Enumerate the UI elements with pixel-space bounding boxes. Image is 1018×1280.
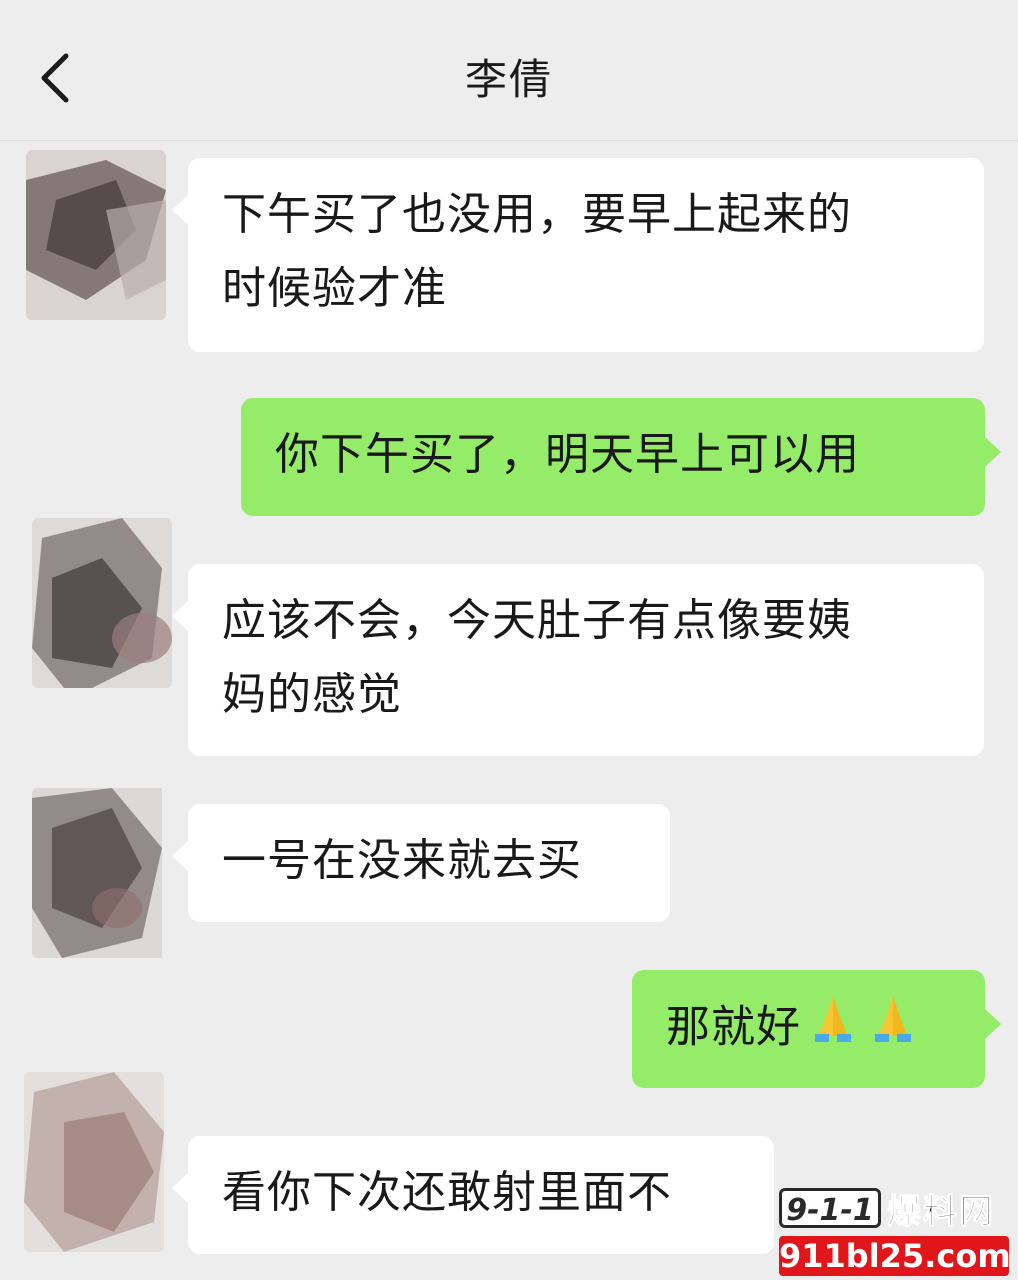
message-text: 那就好	[666, 1001, 801, 1053]
message-bubble-incoming[interactable]: 下午买了也没用，要早上起来的 时候验才准	[172, 158, 984, 352]
avatar[interactable]	[26, 150, 166, 320]
chat-header: 李倩	[0, 0, 1018, 141]
watermark-name: 爆料网	[887, 1191, 995, 1232]
watermark-badge: 9-1-1	[779, 1188, 881, 1228]
message-bubble-incoming[interactable]: 看你下次还敢射里面不	[172, 1136, 774, 1254]
avatar[interactable]	[24, 1072, 164, 1252]
message-text: 应该不会，今天肚子有点像要姨	[222, 595, 852, 646]
message-text: 下午买了也没用，要早上起来的	[222, 189, 852, 240]
message-text: 看你下次还敢射里面不	[222, 1167, 672, 1218]
message-text: 时候验才准	[222, 263, 447, 314]
message-bubble-outgoing[interactable]: 那就好	[632, 970, 1001, 1088]
folded-hands-icon	[805, 990, 861, 1069]
chat-title: 李倩	[464, 55, 553, 104]
avatar[interactable]	[32, 518, 172, 688]
message-bubble-incoming[interactable]: 一号在没来就去买	[172, 804, 670, 922]
watermark-logo: 9-1-1 爆料网	[779, 1186, 1013, 1232]
folded-hands-icon	[865, 990, 921, 1069]
avatar[interactable]	[32, 788, 172, 958]
message-text: 你下午买了，明天早上可以用	[275, 429, 860, 480]
message-text: 妈的感觉	[222, 669, 402, 720]
message-bubble-outgoing[interactable]: 你下午买了，明天早上可以用	[241, 398, 1001, 516]
message-bubble-incoming[interactable]: 应该不会，今天肚子有点像要姨 妈的感觉	[172, 564, 984, 756]
watermark-url: 911bl25.com	[779, 1236, 1011, 1276]
message-text: 一号在没来就去买	[222, 835, 582, 886]
